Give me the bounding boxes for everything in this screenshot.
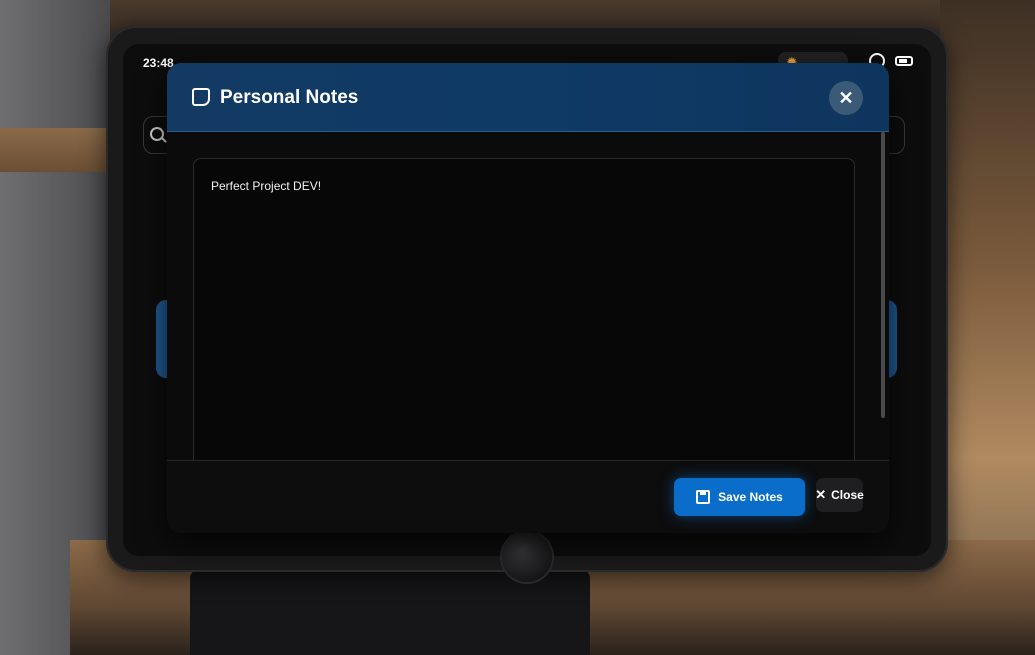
modal-close-button[interactable]: ✕ — [829, 81, 863, 115]
home-button[interactable] — [502, 532, 552, 582]
notes-icon — [192, 88, 210, 106]
scrollbar[interactable] — [879, 132, 887, 460]
scrollbar-thumb[interactable] — [881, 132, 885, 418]
search-icon — [150, 127, 164, 141]
personal-notes-modal: Personal Notes ✕ Perfect Project DEV! Sa… — [167, 63, 889, 533]
background-ledge — [0, 128, 110, 172]
modal-header: Personal Notes ✕ — [167, 63, 889, 132]
background-character — [190, 570, 590, 655]
notes-textarea[interactable]: Perfect Project DEV! — [193, 158, 855, 460]
battery-icon — [895, 56, 913, 66]
close-icon: ✕ — [815, 487, 827, 502]
close-button[interactable]: ✕ Close — [815, 478, 864, 512]
modal-body: Perfect Project DEV! — [167, 132, 889, 460]
save-notes-label: Save Notes — [718, 490, 783, 504]
modal-title: Personal Notes — [220, 87, 359, 108]
save-notes-button[interactable]: Save Notes — [674, 478, 805, 516]
save-icon — [696, 490, 711, 504]
close-label: Close — [831, 488, 864, 502]
modal-footer: Save Notes ✕ Close — [167, 460, 889, 533]
close-icon: ✕ — [838, 87, 854, 108]
